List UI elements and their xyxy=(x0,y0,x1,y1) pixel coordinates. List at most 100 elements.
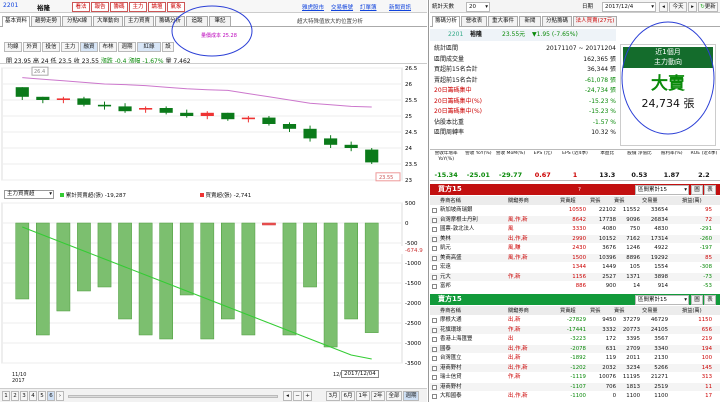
broker-row[interactable]: 香港上海匯豐 出 -3223 172 3395 3567 219 xyxy=(430,335,720,344)
broker-row[interactable]: 港商野村 出,作,新 -1202 2032 3234 5266 145 xyxy=(430,363,720,373)
range-6m[interactable]: 6月 xyxy=(341,391,355,401)
broker-cell: 4922 xyxy=(654,245,668,251)
tab-branch[interactable]: 分點籌碼 xyxy=(542,16,572,27)
link-orderbook[interactable]: 訂單簿 xyxy=(360,3,377,11)
scrollbar[interactable] xyxy=(68,395,278,398)
main-force-button[interactable]: 主力 xyxy=(129,1,147,12)
row-checkbox[interactable] xyxy=(432,365,437,371)
forum-button[interactable]: 論壇 xyxy=(148,1,166,12)
broker-row[interactable]: 元大 作,新 1156 2527 1371 3898 -73 xyxy=(430,272,720,282)
scroll-left-icon[interactable]: ◂ xyxy=(283,391,292,401)
broker-row[interactable]: 國票-敦北法人 風 3330 4080 750 4830 -291 xyxy=(430,225,720,234)
view-button[interactable]: 看法 xyxy=(72,1,90,12)
tab-basic[interactable]: 基本資料 xyxy=(2,16,30,27)
page-2[interactable]: 2 xyxy=(11,391,19,401)
tab-main-trade[interactable]: 主力買賣 xyxy=(124,16,154,27)
zoom-in-icon[interactable]: + xyxy=(303,391,312,401)
refresh-button[interactable]: ↻更新 xyxy=(698,2,718,12)
tab-trend[interactable]: 趨勢走勢 xyxy=(31,16,61,27)
report-button[interactable]: 報告 xyxy=(91,1,109,12)
row-checkbox[interactable] xyxy=(432,318,437,323)
range-3m[interactable]: 3月 xyxy=(326,391,340,401)
period-button[interactable]: 週期 xyxy=(118,42,136,52)
tab-big-order[interactable]: 大單動向 xyxy=(93,16,123,27)
page-6[interactable]: 6 xyxy=(47,391,55,401)
tab-revenue[interactable]: 營收表 xyxy=(461,16,487,27)
broker-row[interactable]: 大和國泰 出,作,新 -1100 0 1100 1100 17 xyxy=(430,392,720,401)
row-checkbox[interactable] xyxy=(432,327,437,333)
row-checkbox[interactable] xyxy=(432,217,437,223)
range-all[interactable]: 全部 xyxy=(386,391,402,401)
broker-row[interactable]: 美林 出,作,新 2990 10152 7162 17314 -260 xyxy=(430,234,720,244)
main-force-chart[interactable]: 5000-500-1000-1500-2000-2500-3000-3500-6… xyxy=(0,199,427,369)
broker-row[interactable]: 台灣摩根士丹利 風,作,新 8642 17738 9096 26834 72 xyxy=(430,215,720,225)
row-checkbox[interactable] xyxy=(432,375,437,380)
broker-row[interactable]: 摩根大通 出,新 -27829 9450 37279 46729 1150 xyxy=(430,316,720,325)
bollinger-button[interactable]: 布林 xyxy=(99,42,117,52)
foreign-button[interactable]: 外資 xyxy=(23,42,41,52)
broker-row[interactable]: 宏遠 1344 1449 105 1554 -308 xyxy=(430,263,720,272)
broker-row[interactable]: 美商高盛 風,作,新 1500 10396 8896 19292 85 xyxy=(430,253,720,263)
link-news[interactable]: 新聞資訊 xyxy=(389,3,411,11)
row-checkbox[interactable] xyxy=(432,346,437,352)
row-checkbox[interactable] xyxy=(432,236,437,242)
broker-row[interactable]: 凱元 風,賺 2430 3676 1246 4922 -197 xyxy=(430,244,720,253)
range-1y[interactable]: 1年 xyxy=(356,391,370,401)
broker-row[interactable]: 瑞士信貸 作,新 -1119 10076 11195 21271 313 xyxy=(430,373,720,382)
date-input[interactable]: 2017/12/4 ▾ xyxy=(602,2,656,12)
redgreen-button[interactable]: 紅綠 xyxy=(137,42,161,52)
buy-chart-button[interactable]: 圖 xyxy=(691,185,703,195)
broker-row[interactable]: 台灣匯立 出,新 -1892 119 2011 2130 100 xyxy=(430,354,720,363)
page-next-icon[interactable]: › xyxy=(56,391,64,401)
mainforce-toggle[interactable]: 主力 xyxy=(61,42,79,52)
tab-news[interactable]: 新聞 xyxy=(519,16,541,27)
row-checkbox[interactable] xyxy=(432,284,437,289)
page-5[interactable]: 5 xyxy=(38,391,46,401)
row-checkbox[interactable] xyxy=(432,337,437,342)
page-4[interactable]: 4 xyxy=(29,391,37,401)
buy-range-select[interactable]: 區間累計15 ▾ xyxy=(635,185,689,195)
prev-day-icon[interactable]: ◂ xyxy=(659,2,668,12)
sell-chart-button[interactable]: 圖 xyxy=(691,295,703,305)
row-checkbox[interactable] xyxy=(432,394,437,399)
link-yahoo[interactable]: 雅虎股市 xyxy=(302,3,324,11)
tab-chip-analysis[interactable]: 籌碼分析 xyxy=(432,16,460,27)
zoom-out-icon[interactable]: − xyxy=(293,391,302,401)
link-account[interactable]: 交易帳號 xyxy=(331,3,353,11)
tab-branch-k[interactable]: 分點K線 xyxy=(62,16,92,27)
broker-row[interactable]: 花旗環球 作,新 -17441 3332 20773 24105 656 xyxy=(430,325,720,335)
row-checkbox[interactable] xyxy=(432,265,437,270)
indicator-select[interactable]: 主力買賣超 ▾ xyxy=(4,190,54,199)
tab-events[interactable]: 重大事件 xyxy=(488,16,518,27)
sell-range-select[interactable]: 區間累計15 ▾ xyxy=(635,295,689,305)
tab-institutional[interactable]: 法人買賣(27元) xyxy=(573,16,617,27)
ma-button[interactable]: 均線 xyxy=(4,42,22,52)
next-day-icon[interactable]: ▸ xyxy=(688,2,697,12)
settings-button[interactable]: 設 xyxy=(162,42,174,52)
broker-row[interactable]: 國泰 出,作,新 -2078 631 2709 3340 194 xyxy=(430,344,720,354)
pane-divider[interactable] xyxy=(428,0,429,402)
price-chart[interactable]: 26.5 26 25.5 25 24.5 24 23.5 23 23.55 26.4 xyxy=(0,63,427,185)
row-checkbox[interactable] xyxy=(432,356,437,361)
stock-code[interactable]: 2201 xyxy=(3,2,18,9)
row-checkbox[interactable] xyxy=(432,384,437,390)
period-select[interactable]: 20 ▾ xyxy=(466,2,490,12)
margin-button[interactable]: 融資 xyxy=(80,42,98,52)
row-checkbox[interactable] xyxy=(432,255,437,261)
trust-button[interactable]: 投信 xyxy=(42,42,60,52)
buy-list-button[interactable]: 表 xyxy=(704,185,716,195)
chips-button[interactable]: 籌碼 xyxy=(110,1,128,12)
broker-row[interactable]: 港商野村 -1107 706 1813 2519 11 xyxy=(430,382,720,392)
page-3[interactable]: 3 xyxy=(20,391,28,401)
broker-row[interactable]: 新加坡商瑞銀 10550 22102 11552 33654 95 xyxy=(430,206,720,215)
row-checkbox[interactable] xyxy=(432,274,437,280)
page-1[interactable]: 1 xyxy=(2,391,10,401)
range-2y[interactable]: 2年 xyxy=(371,391,385,401)
row-checkbox[interactable] xyxy=(432,208,437,213)
row-checkbox[interactable] xyxy=(432,246,437,251)
sell-list-button[interactable]: 表 xyxy=(704,295,716,305)
broker-row[interactable]: 富邦 886 900 14 914 -53 xyxy=(430,282,720,291)
row-checkbox[interactable] xyxy=(432,227,437,232)
today-button[interactable]: 今天 xyxy=(669,2,687,12)
range-period[interactable]: 週期 xyxy=(403,391,419,401)
